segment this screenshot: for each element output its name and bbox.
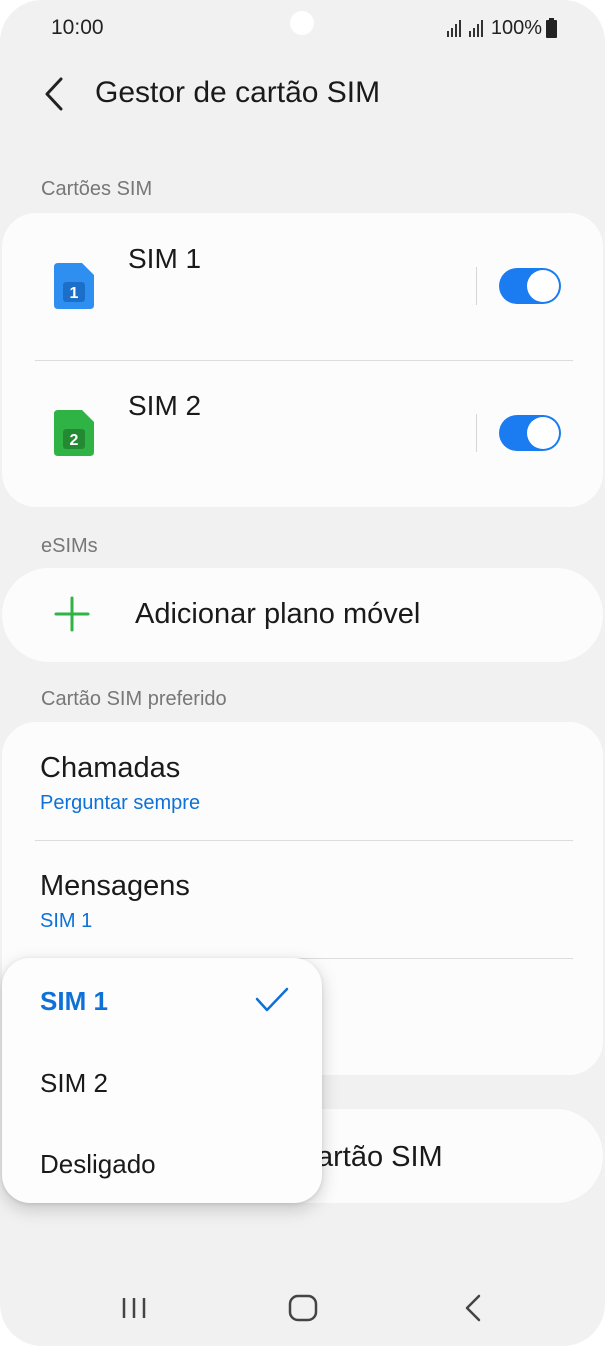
popup-option-sim-2[interactable]: SIM 2	[2, 1042, 322, 1122]
popup-option-label: SIM 2	[40, 1068, 108, 1098]
calls-value: Perguntar sempre	[40, 792, 201, 814]
sim-row-1[interactable]: 1 SIM 1	[2, 213, 603, 360]
popup-option-sim-1[interactable]: SIM 1	[2, 960, 322, 1040]
chevron-left-icon	[45, 77, 63, 111]
divider-vertical	[476, 414, 477, 452]
phone-screen: 10:00 100% Gestor de cartão SIM Cartões …	[0, 0, 605, 1346]
camera-cutout	[290, 11, 314, 35]
sim-2-toggle[interactable]	[499, 415, 561, 451]
back-button[interactable]	[36, 74, 72, 114]
page-title: Gestor de cartão SIM	[95, 76, 381, 109]
sim-cards-card: 1 SIM 1 2 SIM 2	[2, 213, 603, 507]
popup-option-off[interactable]: Desligado	[2, 1123, 322, 1203]
more-sim-settings-label: artão SIM	[317, 1141, 443, 1173]
messages-setting[interactable]: Mensagens SIM 1	[2, 840, 603, 958]
sim-card-2-icon: 2	[54, 410, 94, 456]
recents-button[interactable]	[104, 1290, 164, 1326]
back-nav-button[interactable]	[443, 1290, 503, 1326]
add-mobile-plan-label: Adicionar plano móvel	[135, 598, 421, 630]
sim-card-2-number: 2	[70, 432, 79, 449]
back-icon	[465, 1294, 481, 1322]
sim-1-name: SIM 1	[128, 243, 202, 274]
battery-percent: 100%	[490, 16, 542, 39]
home-button[interactable]	[273, 1290, 333, 1326]
status-icons: 100%	[446, 16, 557, 40]
sim-card-1-icon: 1	[54, 263, 94, 309]
toggle-knob	[527, 270, 559, 302]
calls-title: Chamadas	[40, 752, 181, 784]
clock: 10:00	[51, 16, 104, 39]
navigation-bar	[0, 1270, 605, 1346]
toggle-knob	[527, 417, 559, 449]
messages-value: SIM 1	[40, 910, 93, 932]
section-label-sim-cards: Cartões SIM	[41, 178, 153, 200]
messages-title: Mensagens	[40, 870, 190, 902]
sim-row-2[interactable]: 2 SIM 2	[2, 360, 603, 507]
popup-option-label: SIM 1	[40, 986, 108, 1016]
sim-card-1-number: 1	[70, 285, 79, 302]
divider-vertical	[476, 267, 477, 305]
home-icon	[288, 1294, 318, 1322]
status-bar: 10:00 100%	[0, 0, 605, 56]
add-mobile-plan-button[interactable]: Adicionar plano móvel	[2, 568, 603, 662]
recents-icon	[122, 1298, 146, 1318]
check-icon	[255, 987, 289, 1012]
sim-1-toggle[interactable]	[499, 268, 561, 304]
section-label-esims: eSIMs	[41, 535, 98, 557]
sim-2-name: SIM 2	[128, 390, 202, 421]
sim-select-popup: SIM 1 SIM 2 Desligado	[2, 958, 322, 1203]
popup-option-label: Desligado	[40, 1149, 156, 1179]
calls-setting[interactable]: Chamadas Perguntar sempre	[2, 722, 603, 840]
section-label-preferred: Cartão SIM preferido	[41, 688, 227, 710]
app-header: Gestor de cartão SIM	[0, 60, 605, 130]
signal-icon	[446, 20, 483, 37]
plus-icon	[54, 596, 90, 632]
battery-icon	[546, 18, 557, 38]
